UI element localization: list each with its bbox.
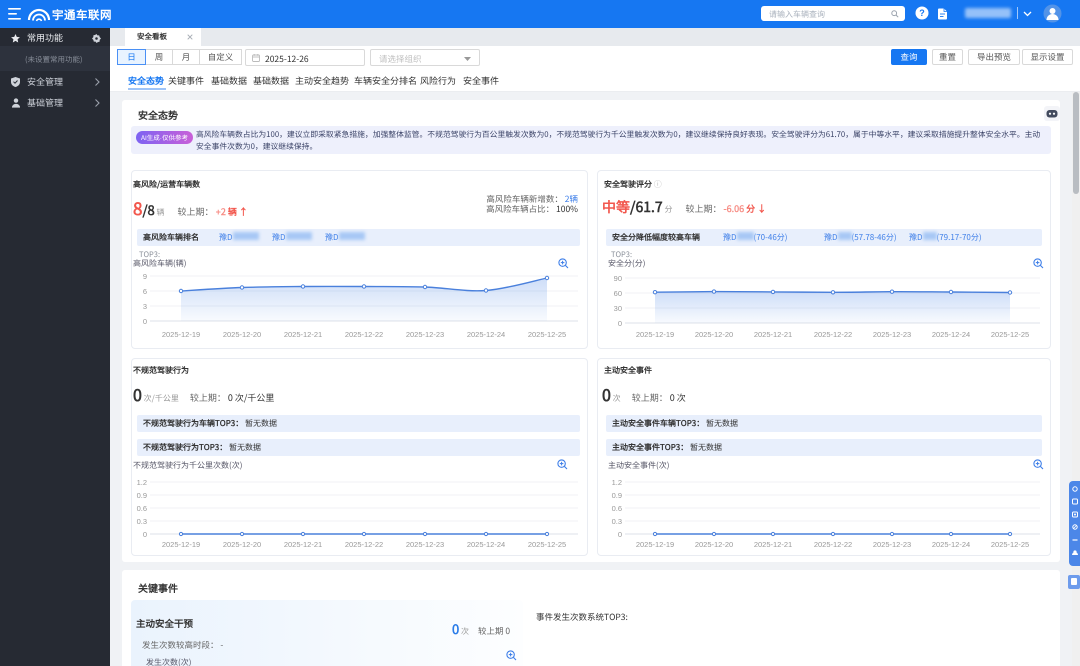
- svg-text:60: 60: [614, 289, 622, 298]
- svg-text:0: 0: [143, 530, 147, 539]
- svg-text:2025-12-22: 2025-12-22: [814, 330, 852, 339]
- svg-text:1.2: 1.2: [137, 478, 147, 487]
- svg-text:30: 30: [614, 304, 622, 313]
- svg-text:3: 3: [143, 302, 147, 311]
- svg-text:2025-12-24: 2025-12-24: [467, 330, 505, 339]
- svg-text:2025-12-21: 2025-12-21: [284, 540, 322, 549]
- svg-text:2025-12-24: 2025-12-24: [467, 540, 505, 549]
- svg-text:2025-12-20: 2025-12-20: [695, 540, 733, 549]
- svg-text:0.6: 0.6: [612, 504, 622, 513]
- svg-text:1.2: 1.2: [612, 478, 622, 487]
- svg-text:2025-12-20: 2025-12-20: [695, 330, 733, 339]
- svg-text:2025-12-25: 2025-12-25: [991, 540, 1029, 549]
- svg-text:2025-12-23: 2025-12-23: [873, 330, 911, 339]
- svg-text:2025-12-21: 2025-12-21: [284, 330, 322, 339]
- svg-text:0.3: 0.3: [137, 517, 147, 526]
- svg-text:2025-12-24: 2025-12-24: [932, 540, 970, 549]
- svg-text:0.9: 0.9: [137, 491, 147, 500]
- svg-text:2025-12-20: 2025-12-20: [223, 540, 261, 549]
- svg-text:2025-12-19: 2025-12-19: [162, 540, 200, 549]
- svg-text:9: 9: [143, 272, 147, 281]
- svg-text:2025-12-19: 2025-12-19: [636, 330, 674, 339]
- svg-text:90: 90: [614, 274, 622, 283]
- svg-text:2025-12-23: 2025-12-23: [873, 540, 911, 549]
- svg-text:2025-12-23: 2025-12-23: [406, 540, 444, 549]
- svg-text:0: 0: [618, 530, 622, 539]
- svg-text:2025-12-22: 2025-12-22: [345, 540, 383, 549]
- svg-text:?: ?: [919, 8, 925, 18]
- svg-text:2025-12-19: 2025-12-19: [636, 540, 674, 549]
- svg-text:2025-12-25: 2025-12-25: [528, 540, 566, 549]
- svg-text:0: 0: [143, 317, 147, 326]
- svg-text:2025-12-25: 2025-12-25: [528, 330, 566, 339]
- svg-text:2025-12-22: 2025-12-22: [345, 330, 383, 339]
- svg-text:0.9: 0.9: [612, 491, 622, 500]
- svg-text:2025-12-22: 2025-12-22: [814, 540, 852, 549]
- svg-text:0: 0: [618, 319, 622, 328]
- svg-text:2025-12-24: 2025-12-24: [932, 330, 970, 339]
- svg-text:0.3: 0.3: [612, 517, 622, 526]
- svg-text:2025-12-19: 2025-12-19: [162, 330, 200, 339]
- svg-text:2025-12-21: 2025-12-21: [754, 330, 792, 339]
- svg-text:0.6: 0.6: [137, 504, 147, 513]
- svg-text:2025-12-25: 2025-12-25: [991, 330, 1029, 339]
- svg-text:6: 6: [143, 287, 147, 296]
- svg-text:2025-12-21: 2025-12-21: [754, 540, 792, 549]
- svg-text:2025-12-20: 2025-12-20: [223, 330, 261, 339]
- svg-text:2025-12-23: 2025-12-23: [406, 330, 444, 339]
